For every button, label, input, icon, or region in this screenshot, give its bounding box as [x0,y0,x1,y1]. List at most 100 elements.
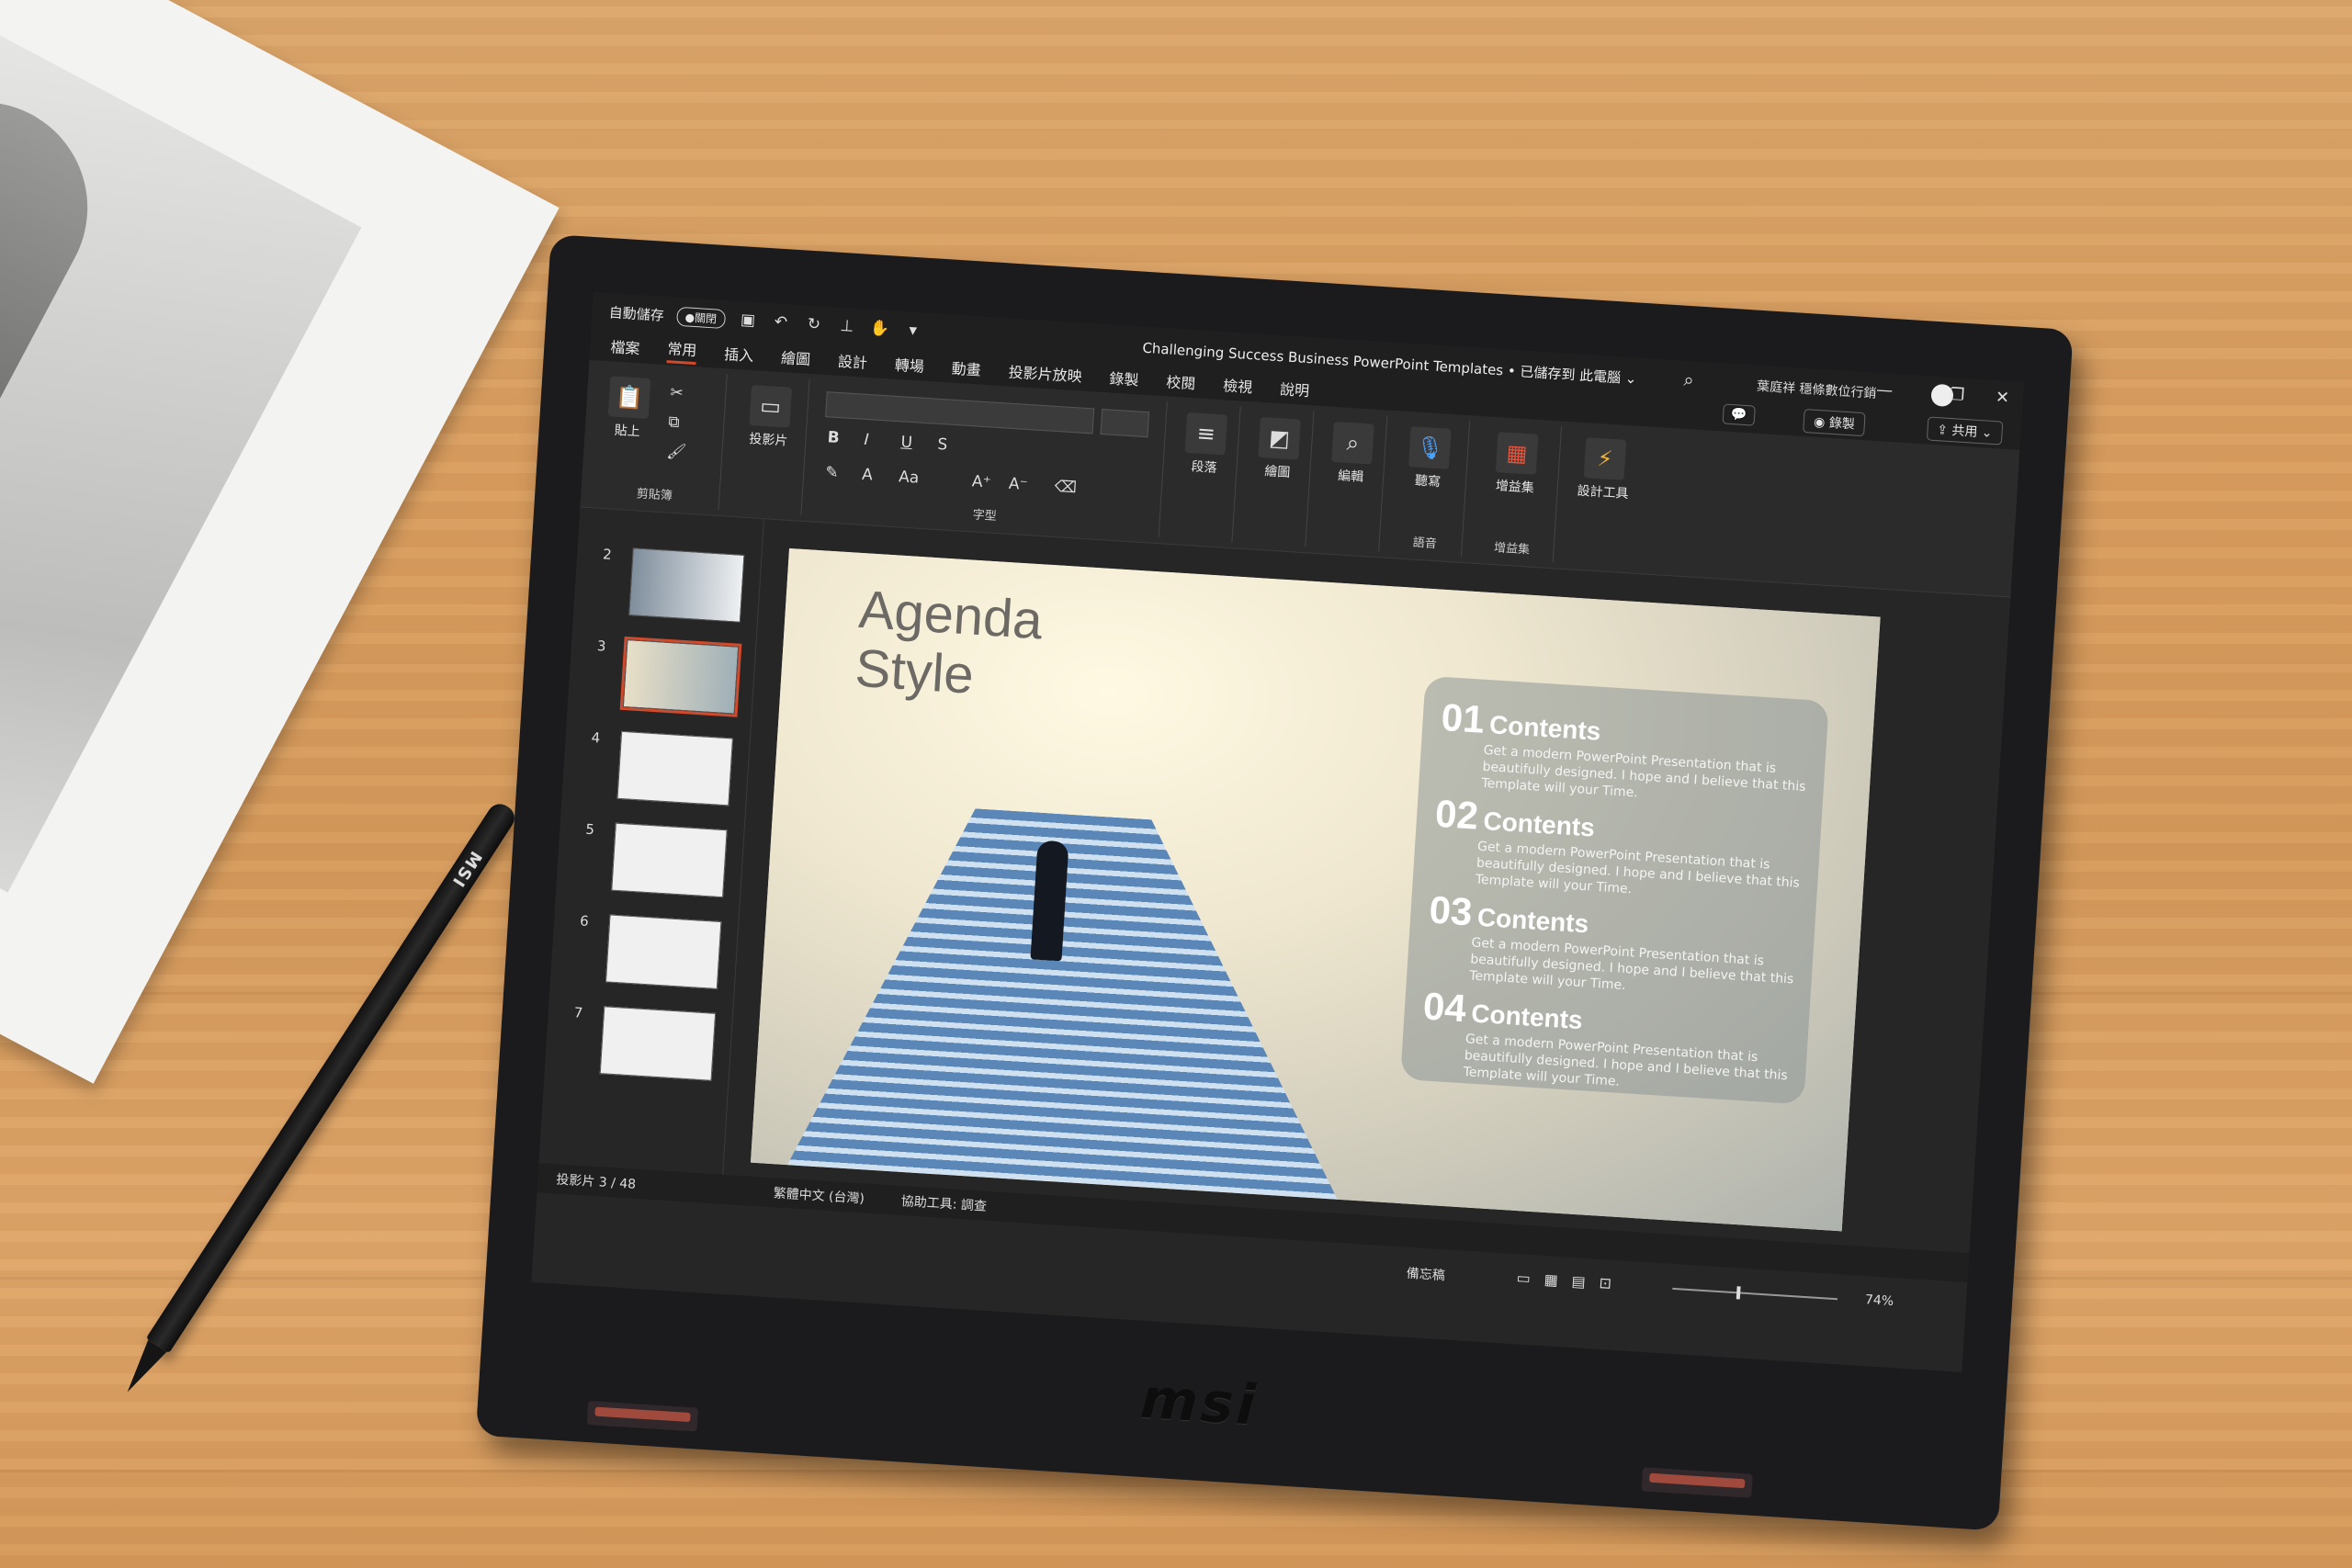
editing-group: ⌕ 編輯 [1314,412,1388,552]
tab-record[interactable]: 錄製 [1109,366,1139,389]
tab-transitions[interactable]: 轉場 [894,353,924,377]
thumb-number: 4 [591,728,601,747]
format-painter-icon[interactable]: 🖌 [666,442,687,461]
slides-group: ▭ 投影片 [727,374,810,515]
close-icon[interactable]: ✕ [1995,388,2009,408]
thumbnail-slide-selected[interactable] [619,636,742,717]
change-case-icon[interactable]: Aa [899,468,920,487]
laptop: msi 自動儲存 ●關閉 ▣ ↶ ↻ ⊥ ✋ ▾ Challenging Suc… [475,234,2074,1531]
save-icon[interactable]: ▣ [737,310,758,331]
tab-design[interactable]: 設計 [837,349,867,373]
drawing-group: ◩ 繪圖 [1240,407,1315,547]
agenda-number: 01 [1440,694,1487,741]
new-slide-button[interactable]: ▭ 投影片 [741,385,799,451]
normal-view-icon[interactable]: ▭ [1516,1269,1531,1287]
autosave-label: 自動儲存 [608,303,665,324]
stylus-tip [118,1339,167,1399]
stylus-brand: MSI [447,847,486,892]
drawing-label: 繪圖 [1263,464,1291,480]
paragraph-label: 段落 [1190,459,1217,476]
addins-icon: ▦ [1495,432,1539,475]
notes-button[interactable]: 備忘稿 [1406,1264,1445,1285]
thumb-number: 5 [584,820,595,839]
touch-mode-icon[interactable]: ✋ [869,318,890,339]
paragraph-button[interactable]: ≡ 段落 [1181,412,1230,478]
thumbnail-slide[interactable] [616,730,733,807]
agenda-heading: Contents [1470,998,1584,1035]
shrink-font-icon[interactable]: A⁻ [1008,475,1028,494]
highlight-icon[interactable]: ✎ [825,463,839,482]
designer-label: 設計工具 [1577,483,1630,502]
agenda-number: 04 [1421,984,1468,1031]
addins-group: ▦ 增益集 增益集 [1469,421,1563,563]
strikethrough-button[interactable]: S [937,435,948,455]
comment-button[interactable]: 💬 [1722,403,1756,426]
tab-file[interactable]: 檔案 [610,334,640,358]
present-icon[interactable]: ⊥ [836,316,857,337]
search-icon[interactable]: ⌕ [1683,368,1695,391]
paste-button[interactable]: 📋 貼上 [599,376,658,442]
clipboard-label: 剪貼簿 [636,487,673,503]
customize-qat-icon[interactable]: ▾ [902,320,923,341]
bold-button[interactable]: B [827,428,840,447]
autosave-toggle[interactable]: ●關閉 [676,306,726,329]
tab-slideshow[interactable]: 投影片放映 [1008,360,1082,387]
paragraph-icon: ≡ [1184,412,1228,456]
clear-format-icon[interactable]: ⌫ [1054,478,1077,497]
editing-button[interactable]: ⌕ 編輯 [1328,421,1377,487]
dictate-button[interactable]: 🎙 聽寫 [1404,426,1453,491]
font-size-input[interactable] [1100,409,1150,438]
addins-button[interactable]: ▦ 增益集 [1488,432,1544,497]
thumbnail-slide[interactable] [605,914,722,989]
undo-icon[interactable]: ↶ [770,311,791,333]
language-status[interactable]: 繁體中文 (台灣) [773,1183,865,1207]
paragraph-group: ≡ 段落 [1167,402,1241,543]
tab-animations[interactable]: 動畫 [951,356,981,380]
zoom-level[interactable]: 74% [1864,1292,1894,1309]
copy-icon[interactable]: ⧉ [668,412,680,432]
thumbnail-slide[interactable] [611,822,728,898]
underline-button[interactable]: U [900,433,913,452]
font-color-icon[interactable]: A [862,466,874,485]
shapes-icon: ◩ [1258,416,1301,460]
reading-view-icon[interactable]: ▤ [1571,1272,1586,1291]
accessibility-status[interactable]: 協助工具: 調查 [900,1191,987,1215]
redo-icon[interactable]: ↻ [803,313,824,334]
thumbnail-slide[interactable] [628,547,745,623]
record-button[interactable]: ◉ 錄製 [1803,409,1866,437]
share-button[interactable]: ⇪ 共用 ⌄ [1926,416,2004,446]
thumb-number: 6 [579,912,590,931]
zoom-slider-handle[interactable] [1736,1286,1741,1300]
tab-insert[interactable]: 插入 [724,342,754,366]
restore-icon[interactable]: ❐ [1949,385,1964,405]
grow-font-icon[interactable]: A⁺ [971,472,991,491]
designer-group: ⚡ 設計工具 [1562,427,1644,568]
dictate-label: 聽寫 [1414,473,1442,491]
tab-help[interactable]: 說明 [1279,377,1310,400]
tab-view[interactable]: 檢視 [1223,373,1253,397]
slide-canvas[interactable]: Agenda Style 01 Contents Get a modern Pow… [750,547,1881,1232]
addins-button-label: 增益集 [1495,479,1535,496]
tab-home[interactable]: 常用 [666,335,698,365]
font-label: 字型 [972,508,998,525]
designer-button[interactable]: ⚡ 設計工具 [1577,437,1632,502]
paste-icon: 📋 [607,376,651,420]
thumbnail-slide[interactable] [599,1006,717,1081]
drawing-button[interactable]: ◩ 繪圖 [1254,416,1304,482]
agenda-heading: Contents [1488,710,1602,746]
slide-title[interactable]: Agenda Style [854,580,1136,716]
zoom-slider[interactable] [1672,1287,1838,1301]
minimize-icon[interactable]: — [1876,380,1894,400]
cut-icon[interactable]: ✂ [670,383,684,402]
agenda-panel: 01 Contents Get a modern PowerPoint Prese… [1400,675,1829,1105]
user-name[interactable]: 葉庭祥 穩條數位行銷 [1757,377,1877,402]
microphone-icon: 🎙 [1408,426,1452,469]
tab-draw[interactable]: 繪圖 [780,345,811,369]
font-name-input[interactable] [825,391,1095,434]
slide-sorter-icon[interactable]: ▦ [1544,1270,1558,1289]
slideshow-view-icon[interactable]: ⊡ [1599,1274,1612,1292]
tab-review[interactable]: 校閱 [1166,369,1196,393]
italic-button[interactable]: I [864,431,869,449]
thumb-number: 7 [573,1004,583,1021]
magazine [0,0,560,1084]
